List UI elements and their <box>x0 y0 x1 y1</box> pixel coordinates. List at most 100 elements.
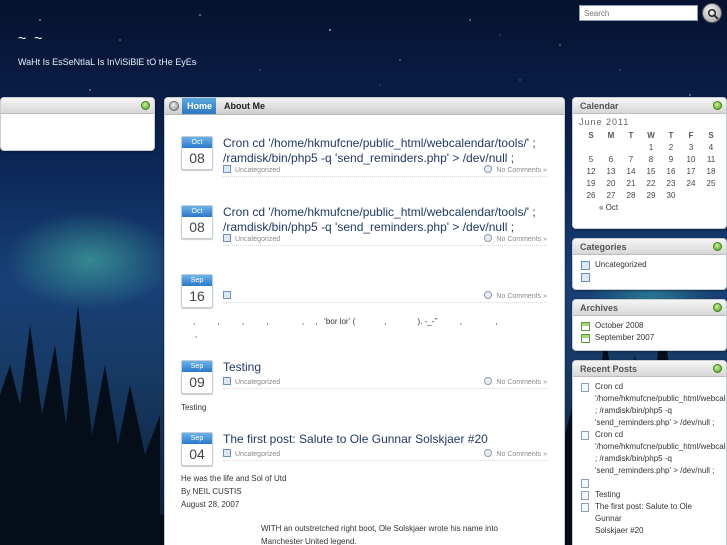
post-date: Sep 04 <box>181 432 213 466</box>
post-comments-link[interactable]: No Comments » <box>496 236 547 243</box>
calendar-day: 19 <box>586 178 596 188</box>
categories-widget: Categories Uncategorized <box>572 238 727 290</box>
recent-post-line[interactable]: Solskjaer #20 <box>595 525 718 537</box>
weekday: F <box>688 130 694 140</box>
post-date-day: 04 <box>189 446 205 462</box>
recent-post-line[interactable]: The first post: Salute to Ole Gunnar <box>595 501 718 525</box>
recent-post-line[interactable]: '/home/hkmufcne/public_html/webcale <box>595 441 726 453</box>
calendar-day: 10 <box>686 154 696 164</box>
recent-post-item[interactable]: Testing <box>581 489 718 501</box>
calendar-day: 15 <box>646 166 656 176</box>
calendar-month: June 2011 <box>579 117 630 127</box>
post-date-month: Oct <box>182 206 212 217</box>
calendar-title: Calendar <box>580 101 619 111</box>
folder-icon <box>581 261 590 270</box>
recent-post-line[interactable]: Testing <box>595 489 718 501</box>
recent-post-item[interactable] <box>581 477 718 489</box>
recent-post-line[interactable]: Cron cd <box>595 429 718 441</box>
category-label[interactable]: Uncategorized <box>595 260 647 269</box>
recent-post-line[interactable]: ; /ramdisk/bin/php5 -q <box>595 405 718 417</box>
calendar-prev-link[interactable]: « Oct <box>599 203 726 212</box>
recent-post-item[interactable]: The first post: Salute to Ole Gunnar Sol… <box>581 501 718 537</box>
search-button[interactable] <box>702 3 722 23</box>
post-date-day: 09 <box>189 374 205 390</box>
post-meta: Uncategorized No Comments » <box>223 449 547 461</box>
site-title[interactable]: ~ ~ <box>18 30 44 46</box>
weekday: S <box>588 130 594 140</box>
tab-home[interactable]: Home <box>182 98 216 114</box>
post-comments-link[interactable]: No Comments » <box>496 167 547 174</box>
post-comments-link[interactable]: No Comments » <box>496 379 547 386</box>
comment-icon <box>484 234 493 242</box>
post-title[interactable]: Testing <box>223 360 547 375</box>
weekday: W <box>647 130 655 140</box>
post-title[interactable]: Cron cd '/home/hkmufcne/public_html/webc… <box>223 205 547 235</box>
document-icon <box>581 491 589 500</box>
calendar-day: 4 <box>708 142 714 152</box>
post-excerpt: , <box>195 330 198 339</box>
post-excerpt: By NEIL CUSTIS <box>181 487 242 496</box>
calendar-day: 12 <box>586 166 596 176</box>
left-widget-header <box>1 98 154 114</box>
search-input[interactable] <box>579 5 698 21</box>
post-meta: No Comments » <box>223 291 547 303</box>
calendar-day: 24 <box>686 178 696 188</box>
magnifier-icon <box>707 8 719 20</box>
post-date-month: Sep <box>182 433 212 444</box>
post-category-link[interactable]: Uncategorized <box>235 236 280 243</box>
post-comments-link[interactable]: No Comments » <box>496 451 547 458</box>
recent-post-item[interactable]: Cron cd '/home/hkmufcne/public_html/webc… <box>581 381 726 429</box>
calendar-day: 25 <box>706 178 716 188</box>
green-dot-icon[interactable] <box>141 101 150 110</box>
recent-post-line[interactable]: ; /ramdisk/bin/php5 -q <box>595 453 718 465</box>
calendar-day: 17 <box>686 166 696 176</box>
post-category-link[interactable]: Uncategorized <box>235 379 280 386</box>
folder-icon <box>223 291 231 299</box>
comment-icon <box>484 165 493 173</box>
post-excerpt: He was the life and Sol of Utd <box>181 474 287 483</box>
calendar-day: 3 <box>688 142 694 152</box>
recent-post-line[interactable]: Cron cd <box>595 381 718 393</box>
comment-icon <box>484 449 493 457</box>
calendar-day <box>621 141 641 153</box>
calendar-day: 26 <box>586 190 596 200</box>
calendar-widget: Calendar June 2011 S M T W T F S 1 2 3 4… <box>572 97 727 229</box>
post-body: WITH an outstretched right boot, Ole Sol… <box>261 524 498 533</box>
post-date-day: 16 <box>189 288 205 304</box>
calendar-header: Calendar <box>573 98 726 114</box>
recent-post-line[interactable]: 'send_reminders.php' > /dev/null ; <box>595 417 718 429</box>
green-dot-icon[interactable] <box>713 303 722 312</box>
post-title[interactable]: The first post: Salute to Ole Gunnar Sol… <box>223 432 547 447</box>
archive-item[interactable]: October 2008 <box>581 320 718 332</box>
comment-icon <box>484 291 493 299</box>
calendar-day: 23 <box>666 178 676 188</box>
green-dot-icon[interactable] <box>713 242 722 251</box>
green-dot-icon[interactable] <box>713 101 722 110</box>
calendar-day <box>701 189 721 201</box>
archive-label[interactable]: September 2007 <box>595 333 654 342</box>
archive-label[interactable]: October 2008 <box>595 321 643 330</box>
tab-about-me[interactable]: About Me <box>219 98 270 114</box>
site-tagline: WaHt Is EsSeNtIaL Is InViSiBlE tO tHe Ey… <box>18 57 197 67</box>
post-category-link[interactable]: Uncategorized <box>235 451 280 458</box>
document-icon <box>581 479 589 488</box>
post-excerpt: , , , , , , ‘bor lor’ ( , ). -_-’’ , , <box>193 317 498 326</box>
category-item[interactable]: Uncategorized <box>581 259 718 271</box>
post-title[interactable]: Cron cd '/home/hkmufcne/public_html/webc… <box>223 136 547 166</box>
weekday: S <box>708 130 714 140</box>
recent-post-item[interactable]: Cron cd '/home/hkmufcne/public_html/webc… <box>581 429 726 477</box>
recent-post-line[interactable]: 'send_reminders.php' > /dev/null ; <box>595 465 718 477</box>
post-comments-link[interactable]: No Comments » <box>496 293 547 300</box>
archive-item[interactable]: September 2007 <box>581 332 718 344</box>
calendar-day: 30 <box>666 190 676 200</box>
calendar-day: 9 <box>668 154 674 164</box>
post-excerpt: Testing <box>181 403 207 412</box>
post-date: Sep 09 <box>181 360 213 394</box>
green-dot-icon[interactable] <box>713 364 722 373</box>
calendar-icon <box>581 322 590 331</box>
recent-post-line[interactable]: '/home/hkmufcne/public_html/webcale <box>595 393 726 405</box>
calendar-day: 11 <box>706 154 716 164</box>
post-category-link[interactable]: Uncategorized <box>235 167 280 174</box>
circle-home-icon[interactable] <box>169 101 179 111</box>
comment-icon <box>484 377 493 385</box>
